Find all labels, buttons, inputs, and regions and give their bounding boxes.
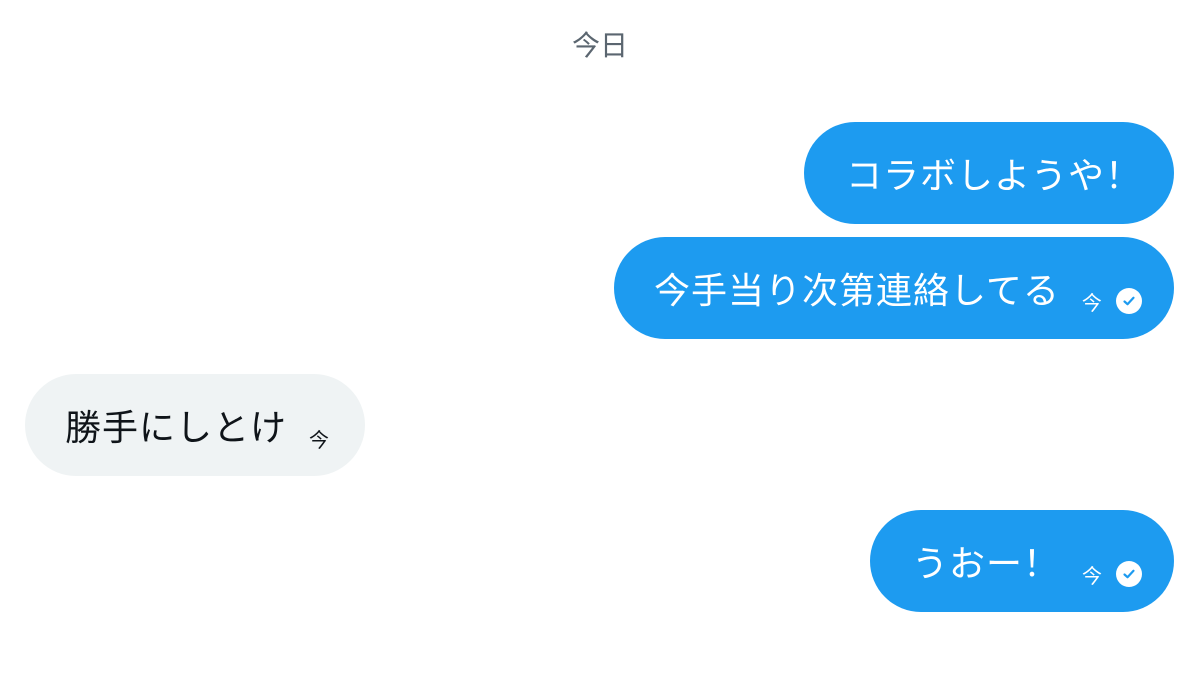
message-bubble-sent[interactable]: うおー！ 今 <box>870 510 1174 612</box>
message-timestamp: 今 <box>309 427 330 452</box>
message-meta: 今 <box>309 424 329 453</box>
message-text: コラボしようや！ <box>846 156 1143 197</box>
message-text: うおー！ <box>912 544 1061 585</box>
date-separator: 今日 <box>571 29 628 62</box>
dm-conversation: 今日 コラボしようや！ 今手当り次第連絡してる 今 勝手にしとけ 今 うおー！ … <box>0 0 1200 698</box>
message-meta: 今 <box>1082 560 1143 589</box>
check-circle-icon <box>1116 561 1143 587</box>
check-circle-icon <box>1115 288 1142 314</box>
message-bubble-sent[interactable]: コラボしようや！ <box>804 122 1174 224</box>
message-bubble-sent[interactable]: 今手当り次第連絡してる 今 <box>614 237 1174 339</box>
message-text: 今手当り次第連絡してる <box>654 271 1060 312</box>
message-text: 勝手にしとけ <box>65 408 288 449</box>
message-timestamp: 今 <box>1082 563 1103 588</box>
message-bubble-received[interactable]: 勝手にしとけ 今 <box>25 374 365 476</box>
message-meta: 今 <box>1082 287 1142 316</box>
message-timestamp: 今 <box>1081 290 1102 315</box>
